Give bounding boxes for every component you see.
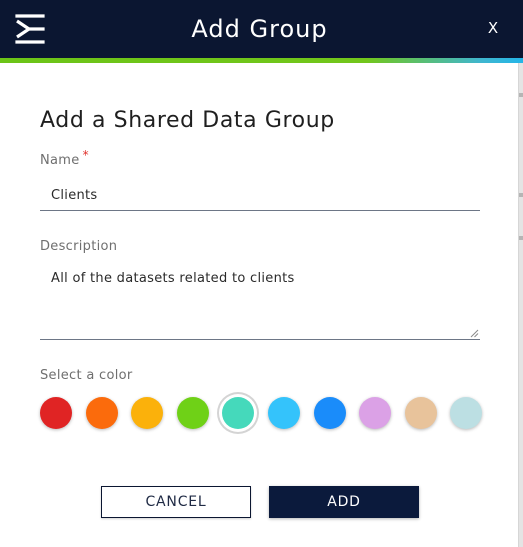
cancel-button[interactable]: CANCEL — [101, 486, 251, 518]
required-marker: * — [82, 148, 89, 162]
header-accent-bar — [0, 58, 523, 63]
name-label: Name * — [40, 148, 89, 168]
name-input[interactable] — [40, 181, 480, 211]
color-swatch-teal[interactable] — [222, 397, 255, 429]
close-icon[interactable]: X — [488, 19, 498, 37]
background-mark — [519, 93, 523, 97]
background-edge — [519, 0, 523, 547]
color-swatch-sky[interactable] — [268, 397, 300, 429]
color-swatch-lime[interactable] — [176, 397, 209, 429]
color-swatch-pale-blue[interactable] — [450, 397, 483, 429]
color-swatch-tan[interactable] — [404, 397, 437, 429]
add-group-dialog: Add Group X Add a Shared Data Group Name… — [0, 0, 523, 547]
color-swatch-blue[interactable] — [313, 397, 346, 429]
color-swatch-orange[interactable] — [85, 397, 118, 429]
description-textarea[interactable]: All of the datasets related to clients — [40, 264, 480, 340]
dialog-title: Add Group — [191, 15, 328, 43]
color-picker-label: Select a color — [40, 368, 133, 383]
color-swatch-red[interactable] — [40, 397, 72, 429]
resize-handle-icon[interactable] — [470, 329, 479, 338]
background-mark — [519, 193, 523, 197]
dialog-header: Add Group X — [0, 0, 523, 58]
color-swatch-row — [40, 397, 485, 431]
close-button[interactable]: X — [481, 15, 505, 39]
color-swatch-amber[interactable] — [131, 397, 164, 429]
form-heading: Add a Shared Data Group — [40, 108, 335, 133]
background-mark — [519, 236, 523, 240]
color-swatch-lavender[interactable] — [359, 397, 392, 429]
name-label-text: Name — [40, 153, 80, 168]
description-label: Description — [40, 239, 118, 254]
add-button[interactable]: ADD — [269, 486, 419, 518]
